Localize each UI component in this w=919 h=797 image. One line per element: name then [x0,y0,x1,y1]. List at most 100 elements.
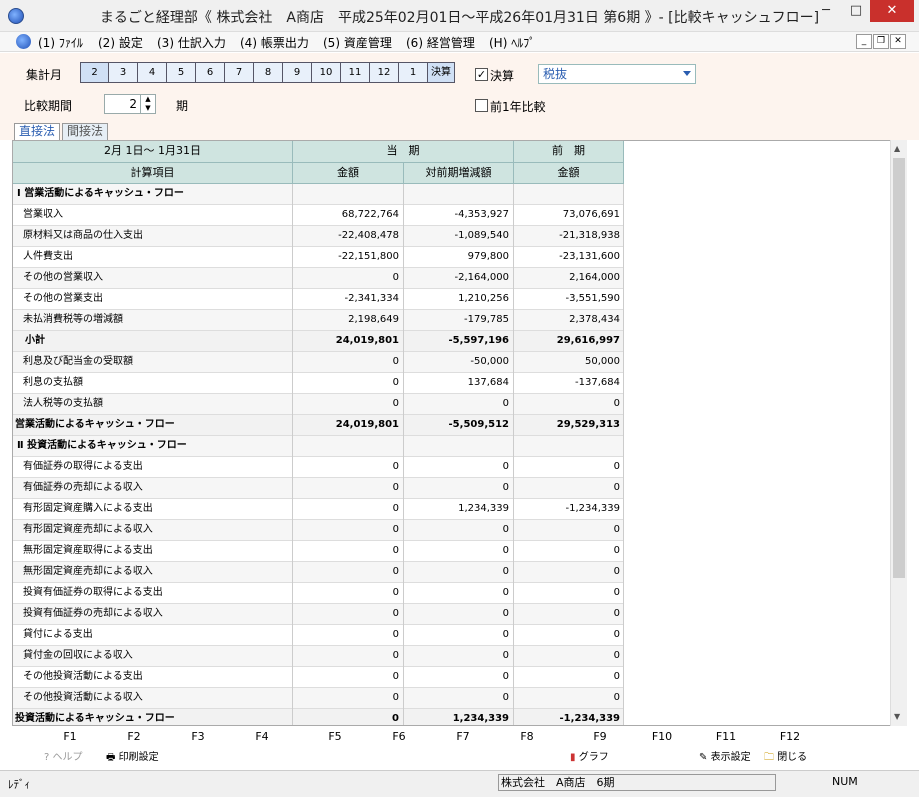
table-row[interactable]: 貸付金の回収による収入 0 0 0 [13,646,624,667]
table-row[interactable]: その他の営業支出 -2,341,334 1,210,256 -3,551,590 [13,289,624,310]
scroll-down-icon[interactable]: ▼ [894,712,900,721]
menu-asset-management[interactable]: (5) 資産管理 [323,34,392,51]
row-diff-amount: 0 [404,583,514,604]
row-label: Ⅱ 投資活動によるキャッシュ・フロー [13,436,293,457]
fkey-f12[interactable]: F12 [770,730,810,743]
tab-direct-method[interactable]: 直接法 [14,123,61,140]
table-row[interactable]: 人件費支出 -22,151,800 979,800 -23,131,600 [13,247,624,268]
table-row[interactable]: 利息及び配当金の受取額 0 -50,000 50,000 [13,352,624,373]
table-row[interactable]: 営業活動によるキャッシュ・フロー 24,019,801 -5,509,512 29,5… [13,415,624,436]
row-label: 利息及び配当金の受取額 [13,352,293,373]
table-row[interactable]: 有形固定資産購入による支出 0 1,234,339 -1,234,339 [13,499,624,520]
fkey-f7[interactable]: F7 [443,730,483,743]
tax-select[interactable]: 税抜 [538,64,696,84]
table-row[interactable]: その他投資活動による支出 0 0 0 [13,667,624,688]
graph-button[interactable]: ▮ グラフ [570,748,609,763]
fkey-f10[interactable]: F10 [642,730,682,743]
table-row[interactable]: 利息の支払額 0 137,684 -137,684 [13,373,624,394]
close-window-button[interactable]: ✕ [870,0,914,22]
row-diff-amount: 1,210,256 [404,289,514,310]
table-row[interactable]: 無形固定資産売却による収入 0 0 0 [13,562,624,583]
table-row[interactable]: 未払消費税等の増減額 2,198,649 -179,785 2,378,434 [13,310,624,331]
row-prev-amount: 0 [514,520,624,541]
row-label: その他の営業収入 [13,268,293,289]
menu-help[interactable]: (H) ﾍﾙﾌﾟ [489,34,535,51]
settlement-checkbox[interactable]: ✓ [475,68,488,81]
table-row[interactable]: その他投資活動による収入 0 0 0 [13,688,624,709]
prev-year-checkbox[interactable] [475,99,488,112]
menu-business-management[interactable]: (6) 経営管理 [406,34,475,51]
table-row[interactable]: 小計 24,019,801 -5,597,196 29,616,997 [13,331,624,352]
print-settings-button[interactable]: 🖶 印刷設定 [106,748,159,767]
month-cell[interactable]: 11 [341,63,370,82]
table-row[interactable]: 有価証券の売却による収入 0 0 0 [13,478,624,499]
month-cell[interactable]: 6 [196,63,225,82]
table-row[interactable]: 法人税等の支払額 0 0 0 [13,394,624,415]
table-row[interactable]: 有形固定資産売却による収入 0 0 0 [13,520,624,541]
month-cell[interactable]: 9 [283,63,312,82]
fkey-f9[interactable]: F9 [580,730,620,743]
fkey-f2[interactable]: F2 [114,730,154,743]
status-ready: ﾚﾃﾞｨ [8,778,30,791]
month-cell[interactable]: 2 [81,63,109,82]
row-diff-amount [404,436,514,457]
minimize-button[interactable]: ─ [812,0,840,22]
fkey-f5[interactable]: F5 [315,730,355,743]
month-cell[interactable]: 12 [370,63,399,82]
month-cell[interactable]: 8 [254,63,283,82]
table-row[interactable]: その他の営業収入 0 -2,164,000 2,164,000 [13,268,624,289]
month-cell[interactable]: 10 [312,63,341,82]
fkey-f6[interactable]: F6 [379,730,419,743]
header-diff: 対前期増減額 [404,163,514,184]
menu-ledger-output[interactable]: (4) 帳票出力 [240,34,309,51]
scroll-thumb[interactable] [893,158,905,578]
fkey-f4[interactable]: F4 [242,730,282,743]
month-cell[interactable]: 3 [109,63,138,82]
table-row[interactable]: 無形固定資産取得による支出 0 0 0 [13,541,624,562]
vertical-scrollbar[interactable]: ▲ ▼ [890,140,907,726]
help-button[interactable]: ? ヘルプ [44,748,83,763]
display-settings-button[interactable]: ✎ 表示設定 [699,748,751,763]
row-current-amount: 0 [293,499,404,520]
row-current-amount: 0 [293,646,404,667]
table-row[interactable]: 投資活動によるキャッシュ・フロー 0 1,234,339 -1,234,339 [13,709,624,725]
row-diff-amount: 0 [404,646,514,667]
menu-journal-entry[interactable]: (3) 仕訳入力 [157,34,226,51]
table-row[interactable]: Ⅰ 営業活動によるキャッシュ・フロー [13,184,624,205]
close-button[interactable]: 🗀 閉じる [764,748,807,767]
document-icon[interactable] [16,34,31,49]
month-cell[interactable]: 4 [138,63,167,82]
row-diff-amount: -50,000 [404,352,514,373]
child-close-button[interactable]: ✕ [890,34,906,49]
table-row[interactable]: 貸付による支出 0 0 0 [13,625,624,646]
table-row[interactable]: 原材料又は商品の仕入支出 -22,408,478 -1,089,540 -21,318… [13,226,624,247]
month-cell[interactable]: 5 [167,63,196,82]
table-row[interactable]: 営業収入 68,722,764 -4,353,927 73,076,691 [13,205,624,226]
menu-file[interactable]: (1) ﾌｧｲﾙ [38,34,83,51]
table-row[interactable]: 投資有価証券の取得による支出 0 0 0 [13,583,624,604]
month-cell[interactable]: 1 [399,63,428,82]
stepper-buttons[interactable]: ▲ ▼ [140,95,155,113]
row-prev-amount: 0 [514,688,624,709]
month-selector[interactable]: 2 3 4 5 6 7 8 9 10 11 12 1 決算 [80,62,455,83]
child-restore-button[interactable]: ❐ [873,34,889,49]
table-row[interactable]: 投資有価証券の売却による収入 0 0 0 [13,604,624,625]
table-row[interactable]: 有価証券の取得による支出 0 0 0 [13,457,624,478]
maximize-button[interactable]: □ [842,0,870,22]
header-prev-amount: 金額 [514,163,624,184]
fkey-f3[interactable]: F3 [178,730,218,743]
row-label: その他の営業支出 [13,289,293,310]
fkey-f1[interactable]: F1 [50,730,90,743]
scroll-up-icon[interactable]: ▲ [894,144,900,153]
fkey-f11[interactable]: F11 [706,730,746,743]
menu-settings[interactable]: (2) 設定 [98,34,143,51]
tab-indirect-method[interactable]: 間接法 [62,123,109,140]
child-minimize-button[interactable]: _ [856,34,872,49]
fkey-f8[interactable]: F8 [507,730,547,743]
row-current-amount: 2,198,649 [293,310,404,331]
row-label: 有形固定資産売却による収入 [13,520,293,541]
month-cell-settlement[interactable]: 決算 [428,63,454,82]
month-cell[interactable]: 7 [225,63,254,82]
table-row[interactable]: Ⅱ 投資活動によるキャッシュ・フロー [13,436,624,457]
compare-period-stepper[interactable]: 2 ▲ ▼ [104,94,156,114]
